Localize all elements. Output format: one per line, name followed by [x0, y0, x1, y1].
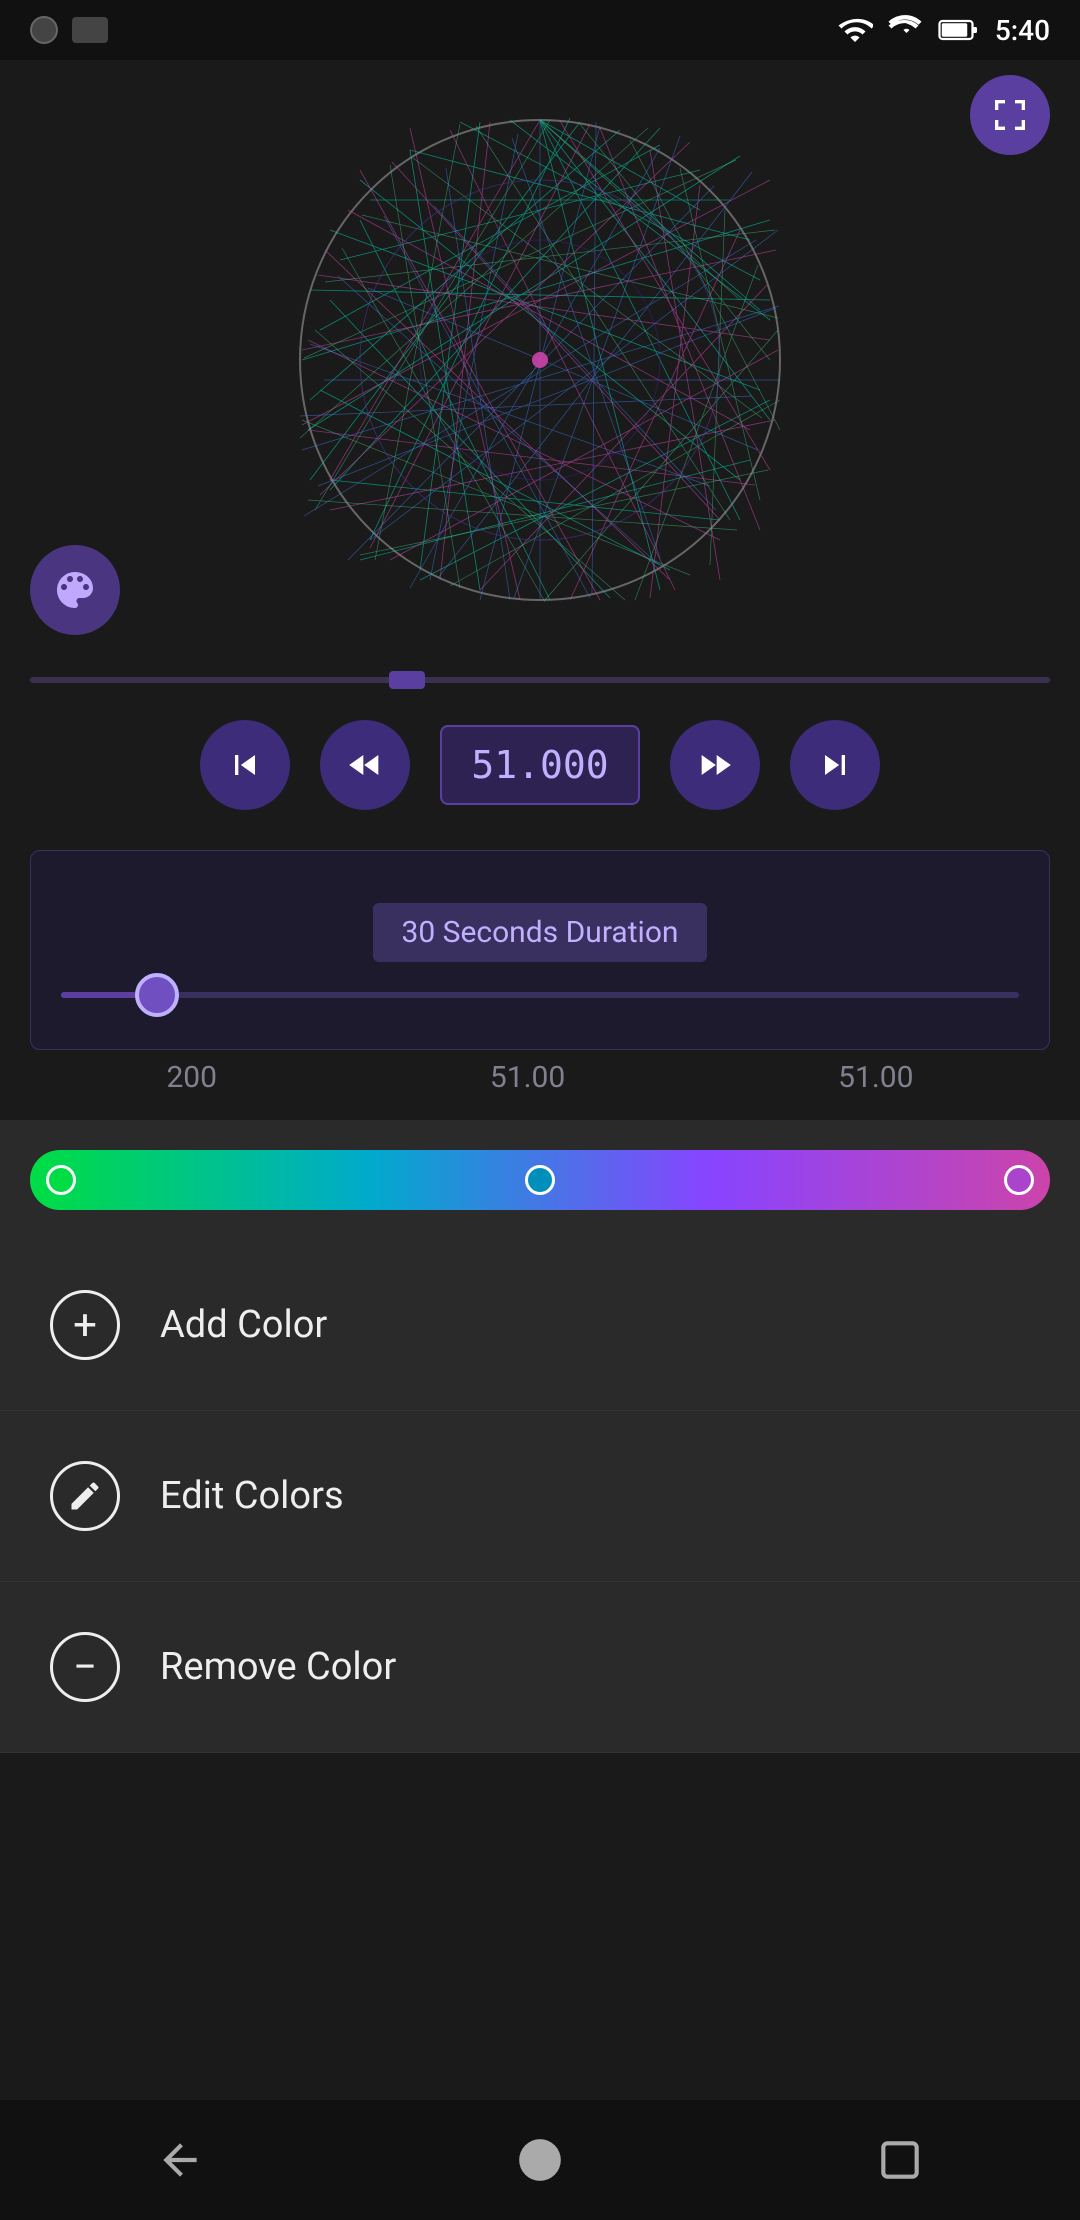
back-icon — [155, 2135, 205, 2185]
add-color-item[interactable]: + Add Color — [0, 1240, 1080, 1411]
back-button[interactable] — [145, 2125, 215, 2195]
duration-slider[interactable] — [61, 992, 1019, 998]
home-button[interactable] — [505, 2125, 575, 2195]
remove-color-icon: − — [50, 1632, 120, 1702]
status-time: 5:40 — [995, 14, 1050, 47]
fast-forward-icon — [695, 745, 735, 785]
status-icons-left — [30, 16, 108, 44]
palette-icon — [51, 566, 99, 614]
recent-apps-button[interactable] — [865, 2125, 935, 2195]
time-display: 51.000 — [440, 725, 640, 805]
timeline-slider[interactable] — [30, 660, 1050, 700]
value-3: 51.00 — [838, 1060, 913, 1095]
edit-colors-item[interactable]: Edit Colors — [0, 1411, 1080, 1582]
status-right: 5:40 — [837, 12, 1050, 48]
add-color-label: Add Color — [160, 1303, 327, 1347]
duration-panel: 30 Seconds Duration — [30, 850, 1050, 1050]
timeline-track — [30, 677, 1050, 683]
values-row: 200 51.00 51.00 — [30, 1060, 1050, 1095]
color-stop-2[interactable] — [525, 1165, 555, 1195]
recent-apps-icon — [875, 2135, 925, 2185]
spirograph-svg: // We'll draw this as static SVG paths a… — [280, 100, 800, 620]
bottom-navigation — [0, 2100, 1080, 2220]
visualization-area: // We'll draw this as static SVG paths a… — [0, 60, 1080, 660]
rewind-button[interactable] — [320, 720, 410, 810]
spirograph-container: // We'll draw this as static SVG paths a… — [280, 100, 800, 620]
skip-forward-icon — [815, 745, 855, 785]
palette-button[interactable] — [30, 545, 120, 635]
menu-area: + Add Color Edit Colors − Remove Color — [0, 1240, 1080, 1753]
skip-back-button[interactable] — [200, 720, 290, 810]
remove-color-item[interactable]: − Remove Color — [0, 1582, 1080, 1753]
color-stop-3[interactable] — [1004, 1165, 1034, 1195]
skip-forward-button[interactable] — [790, 720, 880, 810]
edit-colors-icon — [50, 1461, 120, 1531]
edit-colors-label: Edit Colors — [160, 1474, 344, 1518]
signal-icon — [887, 12, 923, 48]
color-gradient-strip[interactable] — [30, 1150, 1050, 1210]
duration-badge: 30 Seconds Duration — [373, 903, 706, 962]
status-bar: 5:40 — [0, 0, 1080, 60]
remove-color-label: Remove Color — [160, 1645, 396, 1689]
value-1: 200 — [166, 1060, 217, 1095]
circle-status-icon — [30, 16, 58, 44]
battery-icon — [937, 12, 981, 48]
rewind-icon — [345, 745, 385, 785]
color-stop-1[interactable] — [46, 1165, 76, 1195]
fullscreen-button[interactable] — [970, 75, 1050, 155]
color-strip-container — [0, 1120, 1080, 1240]
add-color-icon: + — [50, 1290, 120, 1360]
transport-controls: 51.000 — [0, 720, 1080, 810]
home-icon — [515, 2135, 565, 2185]
fullscreen-icon — [990, 95, 1030, 135]
skip-back-icon — [225, 745, 265, 785]
wifi-icon — [837, 12, 873, 48]
fast-forward-button[interactable] — [670, 720, 760, 810]
value-2: 51.00 — [490, 1060, 565, 1095]
rect-status-icon — [72, 17, 108, 43]
time-value: 51.000 — [471, 743, 608, 787]
duration-slider-thumb[interactable] — [135, 973, 179, 1017]
timeline-thumb[interactable] — [389, 671, 425, 689]
